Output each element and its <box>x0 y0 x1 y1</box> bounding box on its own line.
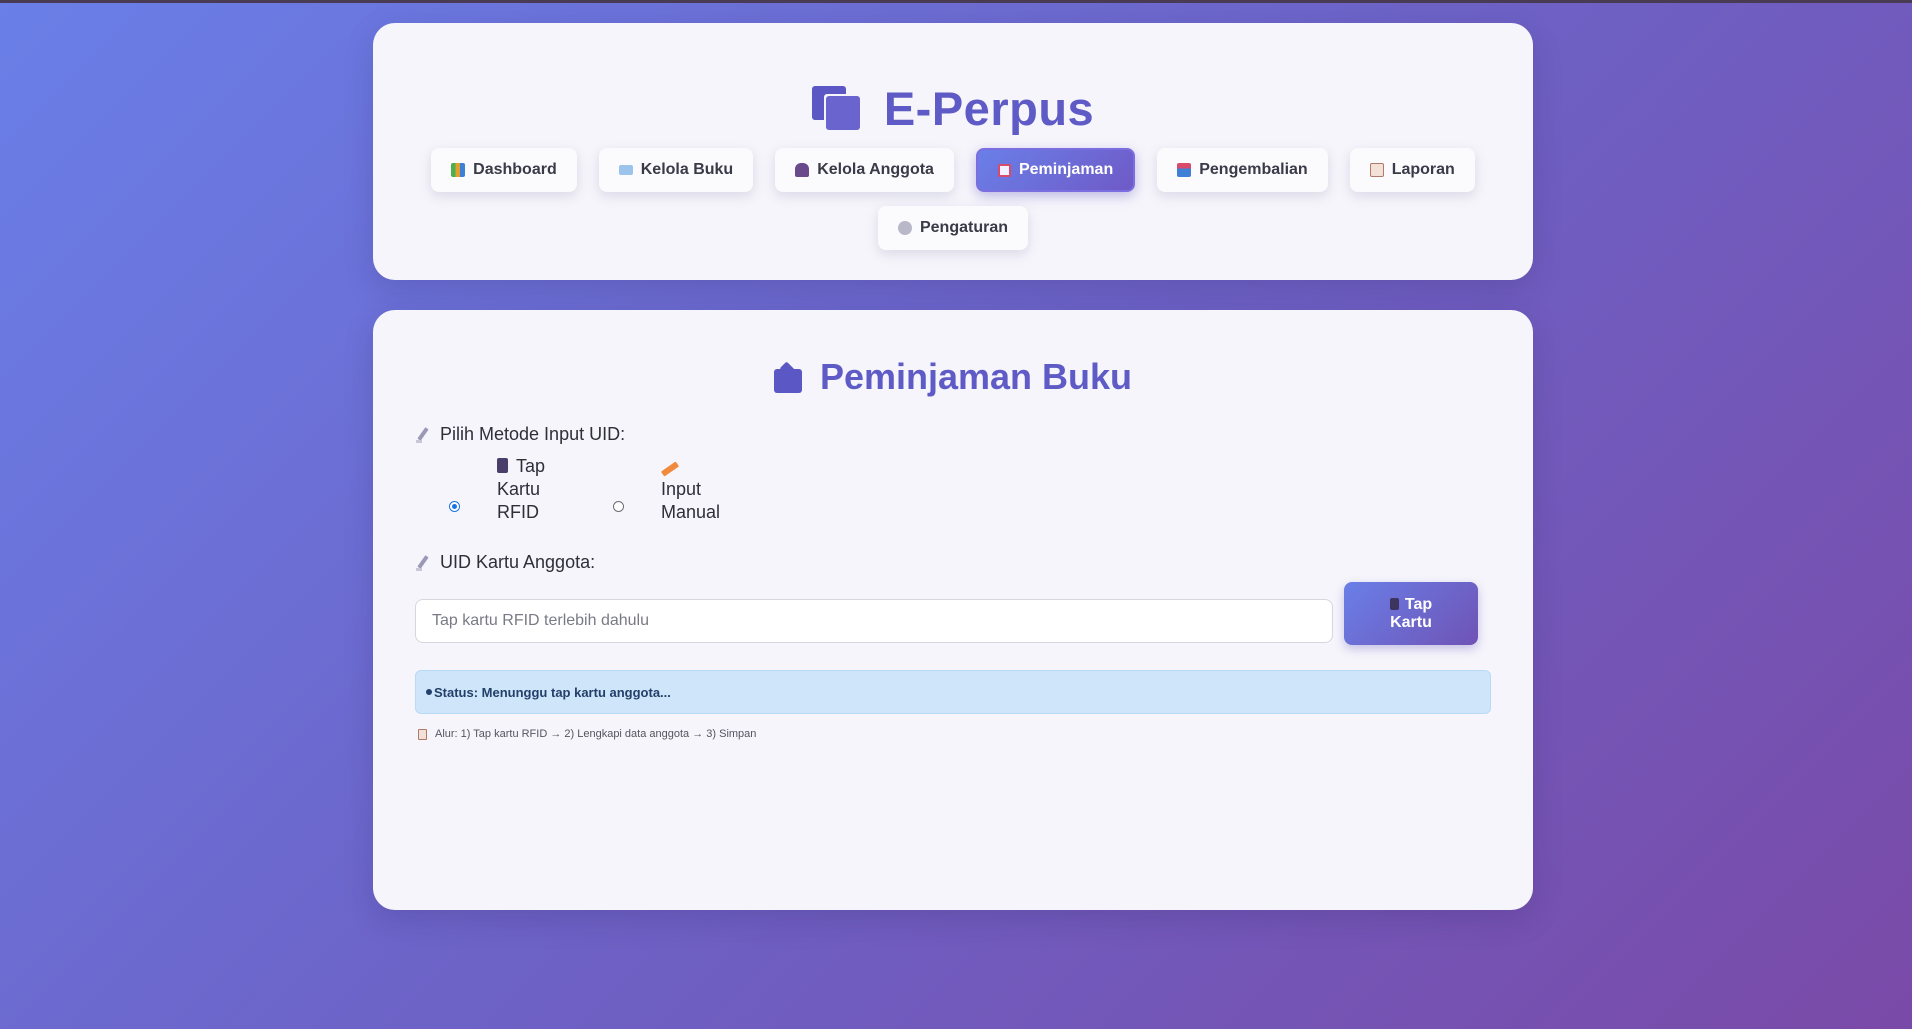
outbox-icon <box>997 163 1011 177</box>
section-header: Peminjaman Buku <box>373 356 1533 398</box>
nav-label: Pengaturan <box>919 219 1008 236</box>
clipboard-icon <box>1369 163 1384 177</box>
pen-icon <box>416 555 430 571</box>
method-option-rfid[interactable]: Tap Kartu RFID <box>449 455 571 524</box>
page-title: Peminjaman Buku <box>819 356 1133 397</box>
tap-button-line2: Kartu <box>1390 613 1432 631</box>
card-reader-icon <box>1389 597 1399 610</box>
radio-rfid-line2: Kartu <box>497 479 541 499</box>
clipboard-icon <box>418 728 427 740</box>
bar-chart-icon <box>451 163 466 177</box>
nav-pengaturan[interactable]: Pengaturan <box>877 206 1028 250</box>
radio-rfid-line3: RFID <box>497 502 539 522</box>
method-label-text: Pilih Metode Input UID: <box>440 424 626 444</box>
uid-label-text: UID Kartu Anggota: <box>440 552 596 572</box>
people-icon <box>795 163 810 177</box>
radio-manual[interactable] <box>613 501 624 512</box>
inbox-icon <box>1177 163 1192 177</box>
main-nav: Dashboard Kelola Buku Kelola Anggota Pem… <box>373 148 1533 250</box>
nav-dashboard[interactable]: Dashboard <box>431 148 577 192</box>
radio-rfid-label: Tap Kartu RFID <box>497 455 571 524</box>
pencil-icon <box>660 461 680 477</box>
pen-icon <box>416 427 430 443</box>
radio-manual-line1: Input <box>661 479 702 499</box>
nav-label: Laporan <box>1391 161 1455 178</box>
app-title: E-Perpus <box>883 82 1095 135</box>
window-top-border <box>0 0 1912 3</box>
radio-rfid-line1: Tap <box>516 456 546 476</box>
status-banner: Status: Menunggu tap kartu anggota... <box>415 670 1491 714</box>
open-book-icon <box>618 165 633 175</box>
books-icon <box>811 85 862 132</box>
nav-label: Dashboard <box>473 161 557 178</box>
hint-text: Alur: 1) Tap kartu RFID → 2) Lengkapi da… <box>435 728 757 740</box>
nav-kelola-buku[interactable]: Kelola Buku <box>598 148 754 192</box>
nav-peminjaman[interactable]: Peminjaman <box>975 148 1136 192</box>
card-reader-icon <box>497 458 508 473</box>
header-card: E-Perpus Dashboard Kelola Buku Kelola An… <box>373 23 1533 280</box>
gear-icon <box>897 221 912 235</box>
radio-rfid[interactable] <box>449 501 460 512</box>
nav-label: Kelola Anggota <box>817 161 934 178</box>
flow-hint: Alur: 1) Tap kartu RFID → 2) Lengkapi da… <box>418 728 756 740</box>
nav-kelola-anggota[interactable]: Kelola Anggota <box>775 148 954 192</box>
method-label: Pilih Metode Input UID: <box>416 424 625 445</box>
brand: E-Perpus <box>373 81 1533 136</box>
outbox-icon <box>773 361 802 393</box>
status-text: Status: Menunggu tap kartu anggota... <box>434 684 671 700</box>
nav-label: Kelola Buku <box>640 161 734 178</box>
method-option-manual[interactable]: Input Manual <box>613 455 735 524</box>
nav-label: Peminjaman <box>1018 161 1114 178</box>
method-radio-group: Tap Kartu RFID Input Manual <box>449 455 735 524</box>
tap-card-button[interactable]: Tap Kartu <box>1344 582 1478 645</box>
spinner-icon <box>426 689 432 695</box>
tap-button-line1: Tap <box>1404 595 1433 613</box>
radio-manual-line2: Manual <box>661 502 721 522</box>
radio-manual-label: Input Manual <box>660 455 735 524</box>
nav-pengembalian[interactable]: Pengembalian <box>1157 148 1328 192</box>
nav-laporan[interactable]: Laporan <box>1349 148 1475 192</box>
uid-input[interactable] <box>415 599 1333 643</box>
nav-label: Pengembalian <box>1199 161 1308 178</box>
uid-label: UID Kartu Anggota: <box>416 552 595 573</box>
peminjaman-card: Peminjaman Buku Pilih Metode Input UID: … <box>373 310 1533 910</box>
